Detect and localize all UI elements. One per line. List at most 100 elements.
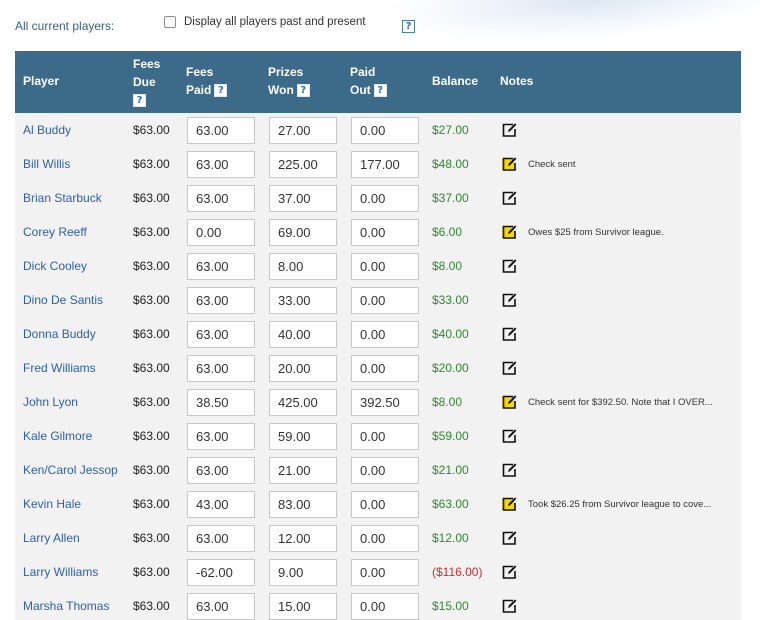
col-header-fees-due-line1: Fees xyxy=(133,57,161,71)
prizes-won-input[interactable] xyxy=(269,320,337,348)
player-name-link[interactable]: Fred Williams xyxy=(23,361,96,375)
player-name-link[interactable]: Brian Starbuck xyxy=(23,191,102,205)
prizes-won-cell xyxy=(269,419,337,453)
edit-note-filled-icon[interactable] xyxy=(500,223,518,241)
prizes-won-input[interactable] xyxy=(269,524,337,552)
edit-note-icon[interactable] xyxy=(500,529,518,547)
player-name-link[interactable]: Larry Allen xyxy=(23,531,80,545)
prizes-won-input[interactable] xyxy=(269,490,337,518)
prizes-won-input[interactable] xyxy=(269,422,337,450)
fees-paid-input[interactable] xyxy=(187,184,255,212)
prizes-won-input[interactable] xyxy=(269,184,337,212)
paid-out-input[interactable] xyxy=(351,184,419,212)
edit-note-icon[interactable] xyxy=(500,325,518,343)
prizes-won-input[interactable] xyxy=(269,388,337,416)
fees-due-help-icon[interactable]: ? xyxy=(133,94,146,108)
edit-note-filled-icon[interactable] xyxy=(500,393,518,411)
paid-out-input[interactable] xyxy=(351,422,419,450)
balance-cell: $8.00 xyxy=(432,249,462,283)
fees-paid-input[interactable] xyxy=(187,116,255,144)
prizes-won-input[interactable] xyxy=(269,116,337,144)
edit-note-icon[interactable] xyxy=(500,427,518,445)
edit-note-icon[interactable] xyxy=(500,359,518,377)
help-icon[interactable]: ? xyxy=(402,20,415,33)
fees-paid-input[interactable] xyxy=(187,286,255,314)
paid-out-input[interactable] xyxy=(351,252,419,280)
fees-paid-input[interactable] xyxy=(187,558,255,586)
paid-out-input[interactable] xyxy=(351,388,419,416)
prizes-won-input[interactable] xyxy=(269,456,337,484)
prizes-won-input[interactable] xyxy=(269,150,337,178)
fees-paid-input[interactable] xyxy=(187,320,255,348)
fees-due-value: $63.00 xyxy=(133,293,170,307)
paid-out-cell xyxy=(351,317,419,351)
edit-note-icon[interactable] xyxy=(500,461,518,479)
edit-note-icon[interactable] xyxy=(500,563,518,581)
fees-paid-help-icon[interactable]: ? xyxy=(214,84,228,98)
edit-note-icon[interactable] xyxy=(500,597,518,615)
prizes-won-input[interactable] xyxy=(269,354,337,382)
edit-note-icon[interactable] xyxy=(500,291,518,309)
player-cell: Brian Starbuck xyxy=(23,181,102,215)
player-name-link[interactable]: John Lyon xyxy=(23,395,78,409)
fees-paid-input[interactable] xyxy=(187,252,255,280)
player-name-link[interactable]: Kale Gilmore xyxy=(23,429,92,443)
prizes-won-input[interactable] xyxy=(269,592,337,620)
col-header-paid-out-line2: Out xyxy=(350,83,371,97)
edit-note-icon[interactable] xyxy=(500,121,518,139)
fees-paid-cell xyxy=(187,589,255,620)
prizes-won-input[interactable] xyxy=(269,558,337,586)
player-name-link[interactable]: Kevin Hale xyxy=(23,497,81,511)
paid-out-input[interactable] xyxy=(351,490,419,518)
fees-paid-input[interactable] xyxy=(187,218,255,246)
prizes-won-input[interactable] xyxy=(269,252,337,280)
prizes-won-cell xyxy=(269,181,337,215)
player-name-link[interactable]: Al Buddy xyxy=(23,123,71,137)
fees-paid-input[interactable] xyxy=(187,592,255,620)
paid-out-input[interactable] xyxy=(351,456,419,484)
fees-paid-input[interactable] xyxy=(187,150,255,178)
balance-cell: $15.00 xyxy=(432,589,469,620)
paid-out-help-icon[interactable]: ? xyxy=(373,84,387,98)
player-name-link[interactable]: Dino De Santis xyxy=(23,293,103,307)
display-all-players-toggle[interactable]: Display all players past and present xyxy=(164,16,366,28)
paid-out-input[interactable] xyxy=(351,218,419,246)
fees-due-value: $63.00 xyxy=(133,157,170,171)
fees-paid-input[interactable] xyxy=(187,490,255,518)
display-all-checkbox[interactable] xyxy=(164,16,176,28)
balance-value: $8.00 xyxy=(432,259,463,273)
paid-out-cell xyxy=(351,351,419,385)
edit-note-filled-icon[interactable] xyxy=(500,155,518,173)
fees-paid-input[interactable] xyxy=(187,354,255,382)
paid-out-input[interactable] xyxy=(351,558,419,586)
fees-due-cell: $63.00 xyxy=(133,215,170,249)
player-name-link[interactable]: Corey Reeff xyxy=(23,225,87,239)
edit-note-filled-icon[interactable] xyxy=(500,495,518,513)
table-row: Donna Buddy $63.00 $40.00 xyxy=(15,317,741,351)
paid-out-input[interactable] xyxy=(351,524,419,552)
paid-out-input[interactable] xyxy=(351,116,419,144)
paid-out-input[interactable] xyxy=(351,150,419,178)
fees-paid-input[interactable] xyxy=(187,388,255,416)
player-name-link[interactable]: Larry Williams xyxy=(23,565,98,579)
prizes-won-help-icon[interactable]: ? xyxy=(296,84,310,98)
player-name-link[interactable]: Bill Willis xyxy=(23,157,70,171)
fees-paid-input[interactable] xyxy=(187,456,255,484)
prizes-won-input[interactable] xyxy=(269,286,337,314)
player-name-link[interactable]: Ken/Carol Jessop xyxy=(23,463,118,477)
prizes-won-input[interactable] xyxy=(269,218,337,246)
notes-cell xyxy=(500,317,528,351)
player-name-link[interactable]: Marsha Thomas xyxy=(23,599,109,613)
player-name-link[interactable]: Dick Cooley xyxy=(23,259,87,273)
edit-note-icon[interactable] xyxy=(500,189,518,207)
edit-note-icon[interactable] xyxy=(500,257,518,275)
table-row: Kale Gilmore $63.00 $59.00 xyxy=(15,419,741,453)
fees-paid-input[interactable] xyxy=(187,422,255,450)
player-name-link[interactable]: Donna Buddy xyxy=(23,327,96,341)
paid-out-input[interactable] xyxy=(351,354,419,382)
fees-paid-input[interactable] xyxy=(187,524,255,552)
paid-out-input[interactable] xyxy=(351,592,419,620)
paid-out-input[interactable] xyxy=(351,320,419,348)
paid-out-input[interactable] xyxy=(351,286,419,314)
balance-value: $40.00 xyxy=(432,327,469,341)
